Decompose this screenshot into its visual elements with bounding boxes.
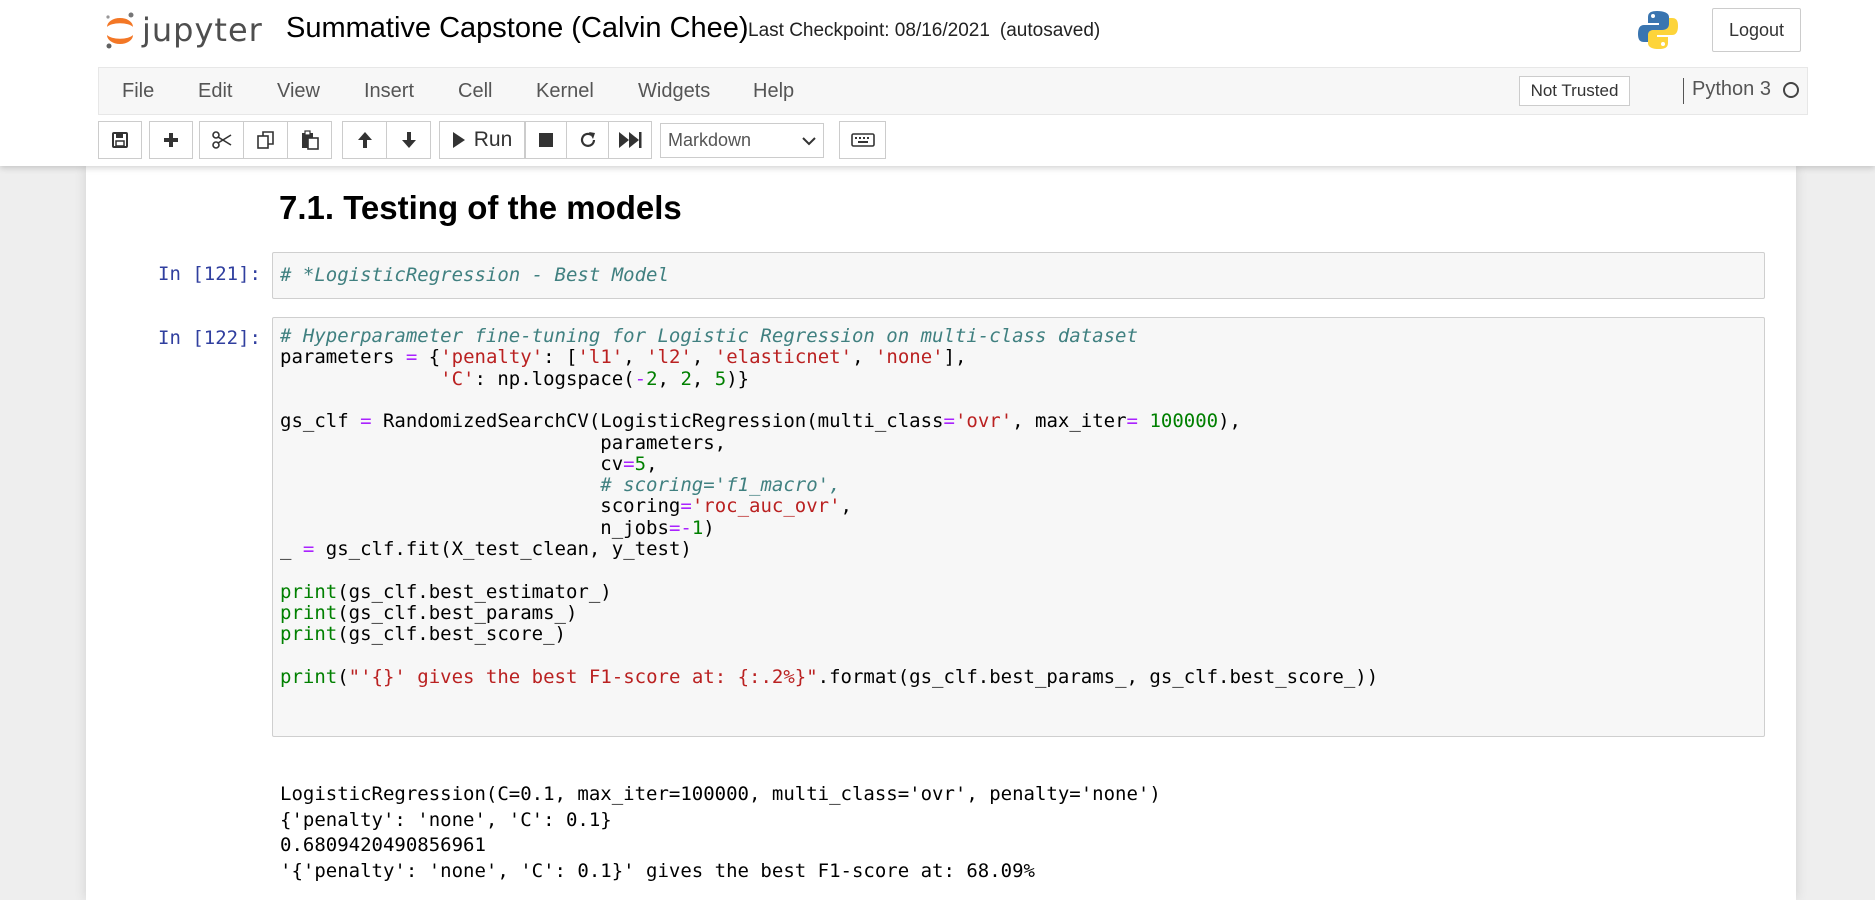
notebook-name[interactable]: Summative Capstone (Calvin Chee) bbox=[286, 12, 749, 45]
interrupt-button[interactable] bbox=[525, 121, 567, 159]
code-line: print(gs_clf.best_estimator_) bbox=[280, 580, 612, 603]
cut-button[interactable] bbox=[199, 121, 244, 159]
last-checkpoint: Last Checkpoint: 08/16/2021 bbox=[748, 20, 990, 41]
cut-icon bbox=[211, 131, 231, 149]
play-icon bbox=[452, 132, 465, 148]
cell-prompt: In [122]: bbox=[158, 327, 261, 349]
insert-cell-button[interactable] bbox=[149, 121, 193, 159]
logo-text: jupyter bbox=[142, 11, 263, 49]
move-down-button[interactable] bbox=[386, 121, 431, 159]
run-button[interactable]: Run bbox=[439, 121, 525, 159]
code-line: print(gs_clf.best_params_) bbox=[280, 601, 578, 624]
code-line: # *LogisticRegression - Best Model bbox=[280, 264, 669, 286]
arrow-up-icon bbox=[357, 132, 372, 148]
stop-icon bbox=[539, 133, 553, 147]
menu-widgets[interactable]: Widgets bbox=[638, 80, 710, 103]
output-line: 0.6809420490856961 bbox=[280, 834, 486, 857]
checkpoint-status: Last Checkpoint: 08/16/2021 (autosaved) bbox=[748, 20, 1100, 42]
cell-type-select[interactable]: Markdown bbox=[660, 123, 824, 158]
cell-prompt: In [121]: bbox=[158, 263, 261, 285]
run-label: Run bbox=[473, 128, 513, 151]
keyboard-icon bbox=[850, 133, 875, 147]
kernel-idle-indicator-icon bbox=[1783, 82, 1799, 98]
menu-insert[interactable]: Insert bbox=[364, 80, 414, 103]
restart-run-all-button[interactable] bbox=[608, 121, 652, 159]
paste-button[interactable] bbox=[287, 121, 332, 159]
code-cell-input[interactable]: # Hyperparameter fine-tuning for Logisti… bbox=[272, 317, 1765, 737]
code-line: parameters, bbox=[280, 431, 727, 454]
menu-file[interactable]: File bbox=[122, 80, 154, 103]
menu-cell[interactable]: Cell bbox=[458, 80, 492, 103]
jupyter-logo-icon bbox=[106, 12, 134, 49]
logout-button[interactable]: Logout bbox=[1712, 8, 1801, 52]
code-line: _ = gs_clf.fit(X_test_clean, y_test) bbox=[280, 538, 692, 560]
code-line: # Hyperparameter fine-tuning for Logisti… bbox=[280, 325, 1138, 347]
plus-icon bbox=[164, 133, 178, 147]
autosave-status: (autosaved) bbox=[999, 20, 1101, 41]
code-line: parameters = {'penalty': ['l1', 'l2', 'e… bbox=[280, 346, 967, 369]
code-line: 'C': np.logspace(-2, 2, 5)} bbox=[440, 367, 750, 390]
code-line: print("'{}' gives the best F1-score at: … bbox=[280, 665, 1379, 688]
jupyter-logo[interactable]: jupyter bbox=[104, 8, 263, 52]
markdown-heading[interactable]: 7.1. Testing of the models bbox=[279, 189, 682, 227]
move-up-button[interactable] bbox=[342, 121, 387, 159]
paste-icon bbox=[301, 130, 319, 150]
menu-edit[interactable]: Edit bbox=[198, 80, 232, 103]
menu-view[interactable]: View bbox=[277, 80, 320, 103]
output-line: {'penalty': 'none', 'C': 0.1} bbox=[280, 808, 612, 831]
menu-help[interactable]: Help bbox=[753, 80, 794, 103]
notebook-container: 7.1. Testing of the models In [121]: # *… bbox=[86, 166, 1796, 900]
not-trusted-button[interactable]: Not Trusted bbox=[1519, 76, 1630, 106]
save-button[interactable] bbox=[98, 121, 142, 159]
code-line: print(gs_clf.best_score_) bbox=[280, 623, 566, 646]
copy-icon bbox=[256, 131, 274, 149]
output-line: LogisticRegression(C=0.1, max_iter=10000… bbox=[280, 783, 1161, 805]
restart-icon bbox=[580, 132, 595, 147]
arrow-down-icon bbox=[401, 132, 416, 148]
output-line: '{'penalty': 'none', 'C': 0.1}' gives th… bbox=[280, 859, 1035, 882]
code-line: # scoring='f1_macro', bbox=[600, 474, 841, 497]
restart-button[interactable] bbox=[566, 121, 609, 159]
notebook-header: jupyter Summative Capstone (Calvin Chee)… bbox=[0, 0, 1875, 166]
kernel-separator bbox=[1683, 78, 1684, 104]
fast-forward-icon bbox=[619, 132, 642, 148]
copy-button[interactable] bbox=[243, 121, 288, 159]
chevron-down-icon bbox=[802, 137, 816, 146]
code-line: n_jobs=-1) bbox=[280, 516, 715, 539]
save-icon bbox=[112, 132, 128, 148]
kernel-name[interactable]: Python 3 bbox=[1692, 78, 1771, 101]
cell-type-value: Markdown bbox=[668, 130, 752, 150]
code-cell-input[interactable]: # *LogisticRegression - Best Model bbox=[272, 252, 1765, 299]
menu-kernel[interactable]: Kernel bbox=[536, 80, 594, 103]
code-line: scoring='roc_auc_ovr', bbox=[280, 495, 852, 518]
code-line: gs_clf = RandomizedSearchCV(LogisticRegr… bbox=[280, 410, 1241, 433]
code-line: cv=5, bbox=[280, 452, 658, 475]
command-palette-button[interactable] bbox=[839, 121, 886, 159]
python-logo-icon bbox=[1636, 8, 1680, 57]
